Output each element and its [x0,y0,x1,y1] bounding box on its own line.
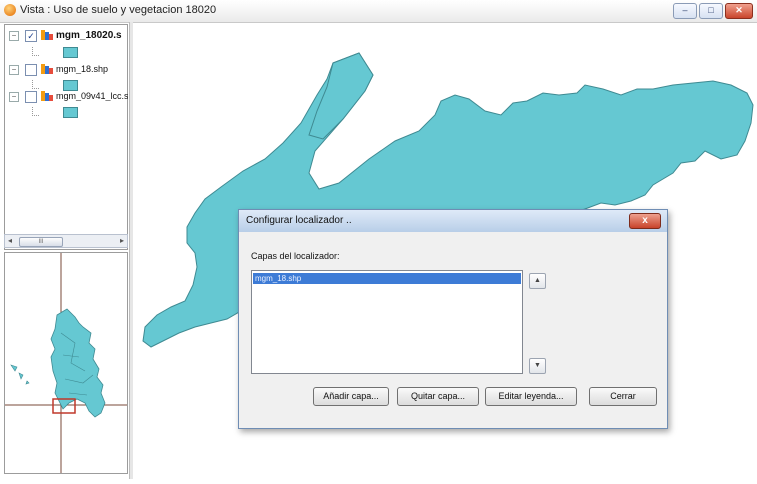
locator-region-shape [50,308,106,418]
layer-toc: − ✓ mgm_18020.s − mgm_18.shp − mgm_09v41… [4,24,128,250]
edit-legend-button[interactable]: Editar leyenda... [485,387,577,406]
locator-layers-label: Capas del localizador: [251,251,340,261]
configure-locator-dialog: Configurar localizador .. x Capas del lo… [238,209,668,429]
list-item[interactable]: mgm_18.shp [253,273,521,284]
collapse-icon[interactable]: − [9,65,19,75]
layer-type-icon [41,64,53,74]
move-up-button[interactable]: ▲ [529,273,546,289]
close-button[interactable]: Cerrar [589,387,657,406]
window-controls: – □ ✕ [673,3,753,19]
locator-islands [10,364,30,385]
remove-layer-button[interactable]: Quitar capa... [397,387,479,406]
layer-name: mgm_09v41_lcc.s [56,91,128,101]
move-down-button[interactable]: ▼ [529,358,546,374]
tree-connector [32,47,39,56]
layer-type-icon [41,30,53,40]
layer-visibility-checkbox[interactable] [25,64,37,76]
close-icon[interactable]: ✕ [725,3,753,19]
maximize-icon[interactable]: □ [699,3,723,19]
layer-row-mgm-18[interactable]: − mgm_18.shp [5,61,129,79]
legend-swatch [63,47,78,58]
dialog-close-button[interactable]: x [629,213,661,229]
tree-connector [32,107,39,116]
add-layer-button[interactable]: Añadir capa... [313,387,389,406]
legend-swatch [63,107,78,118]
scroll-left-icon[interactable]: ◂ [8,236,12,245]
scroll-right-icon[interactable]: ▸ [120,236,124,245]
minimize-icon[interactable]: – [673,3,697,19]
scrollbar-thumb[interactable]: III [19,237,63,247]
layer-name: mgm_18020.s [56,30,122,41]
layer-type-icon [41,91,53,101]
window-titlebar: Vista : Uso de suelo y vegetacion 18020 … [0,0,757,23]
layer-name: mgm_18.shp [56,64,109,74]
locator-overview-map[interactable] [4,252,128,474]
layer-visibility-checkbox[interactable]: ✓ [25,30,37,42]
locator-layers-list[interactable]: mgm_18.shp [251,270,523,374]
toc-horizontal-scrollbar[interactable]: ◂ III ▸ [4,234,128,248]
window-title: Vista : Uso de suelo y vegetacion 18020 [20,4,217,16]
layer-row-mgm-09v41[interactable]: − mgm_09v41_lcc.s [5,88,129,106]
collapse-icon[interactable]: − [9,31,19,41]
app-icon [4,4,16,16]
dialog-title: Configurar localizador .. [246,215,352,226]
collapse-icon[interactable]: − [9,92,19,102]
locator-map-graphic [5,253,127,473]
layer-row-mgm-18020[interactable]: − ✓ mgm_18020.s [5,27,129,45]
dialog-titlebar[interactable]: Configurar localizador .. x [239,210,667,232]
layer-visibility-checkbox[interactable] [25,91,37,103]
